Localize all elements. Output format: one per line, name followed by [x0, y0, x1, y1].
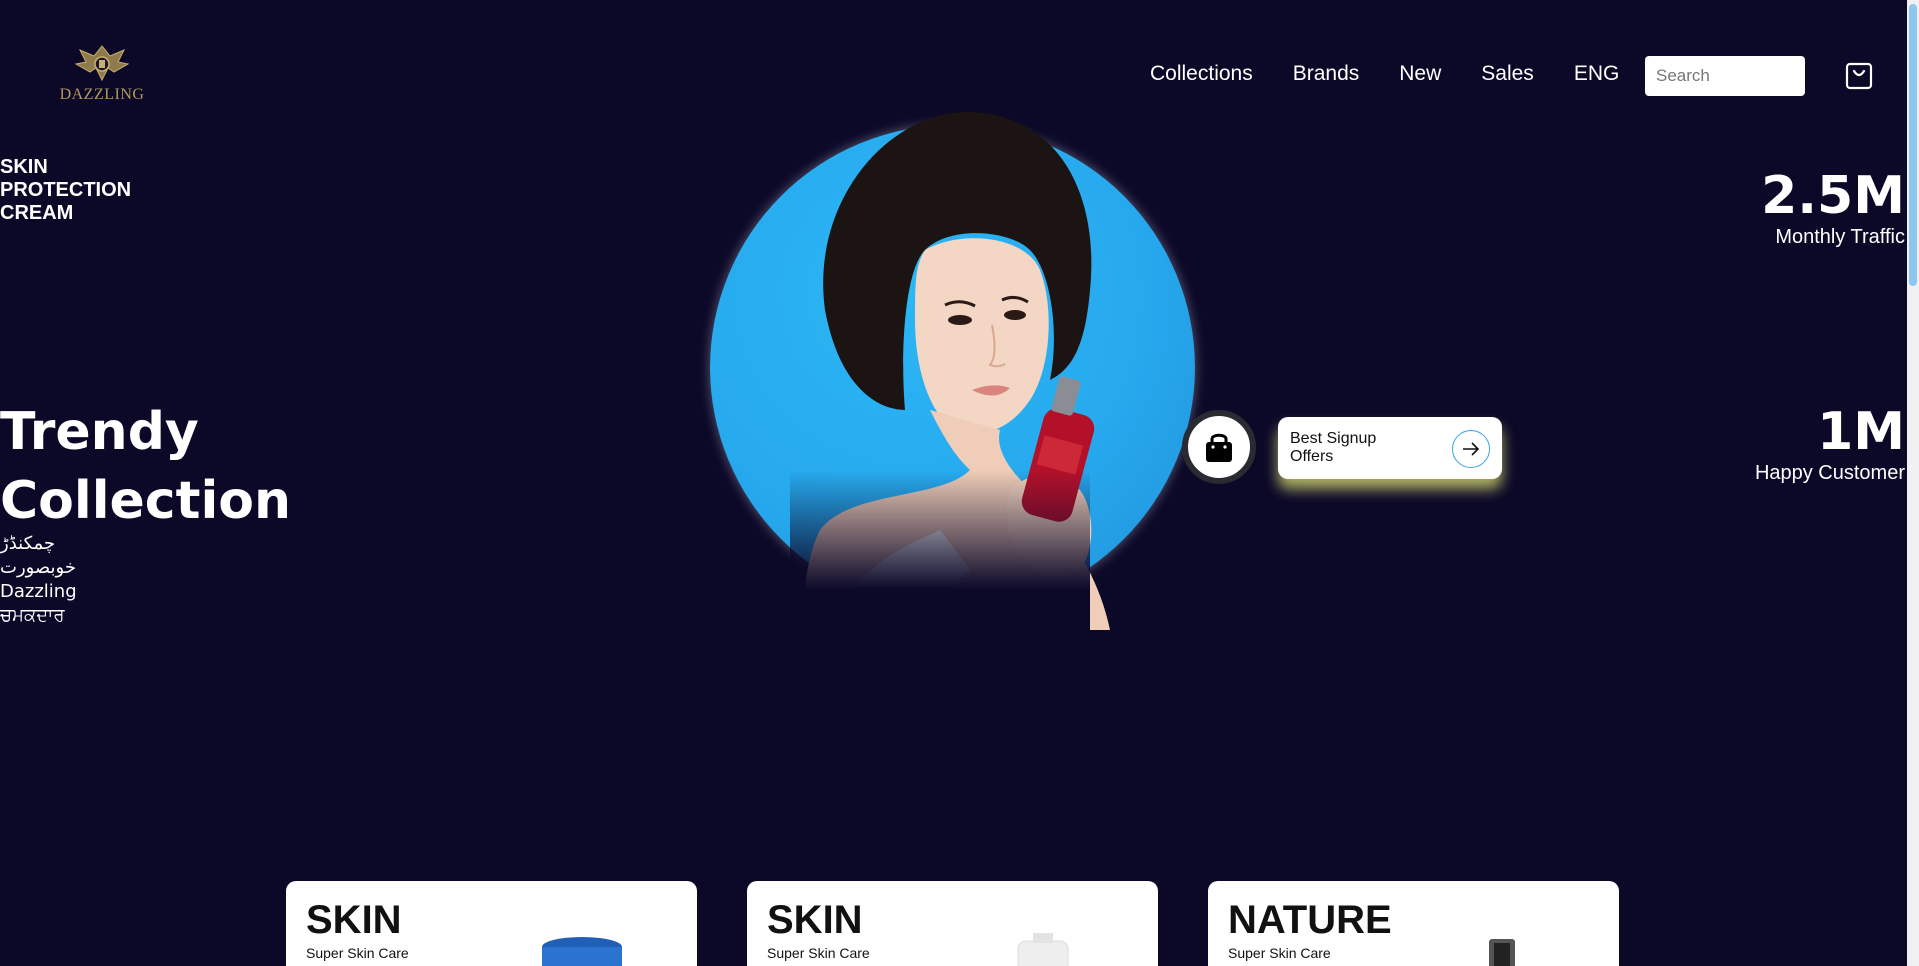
main-nav: Collections Brands New Sales ENG	[1150, 62, 1659, 86]
stat-happy-customer: 1M Happy Customer	[1755, 404, 1905, 485]
brand-name: DAZZLING	[59, 86, 145, 103]
product-cards: SKIN Super Skin Care SKIN Super Skin Car…	[286, 881, 1619, 966]
hero-subtitle-line: CREAM	[0, 202, 74, 224]
nav-brands[interactable]: Brands	[1293, 62, 1360, 86]
translation-urdu-1: چمکنڈڑ	[0, 533, 56, 554]
brand-logo[interactable]: DAZZLING	[46, 42, 158, 103]
hero-title-line: Trendy	[0, 402, 199, 462]
bag-button[interactable]	[1182, 410, 1256, 484]
lock-bag-icon	[1206, 433, 1232, 462]
product-card-skin-1[interactable]: SKIN Super Skin Care	[286, 881, 697, 966]
eagle-crest-icon	[74, 45, 130, 82]
language-translations: چمکنڈڑ خوبصورت Dazzling ਚਮਕਦਾਰ	[0, 532, 77, 628]
stat-value: 1M	[1817, 402, 1905, 462]
signup-offers-label: Best Signup Offers	[1290, 430, 1377, 465]
stat-value: 2.5M	[1761, 166, 1905, 226]
translation-urdu-2: خوبصورت	[0, 557, 76, 578]
nav-sales[interactable]: Sales	[1481, 62, 1534, 86]
hero-title: Trendy Collection	[0, 398, 291, 536]
product-card-skin-2[interactable]: SKIN Super Skin Care	[747, 881, 1158, 966]
nav-new[interactable]: New	[1399, 62, 1441, 86]
scrollbar-thumb[interactable]	[1909, 4, 1917, 286]
hero-title-line: Collection	[0, 471, 292, 531]
shopping-bag-icon[interactable]	[1845, 62, 1873, 90]
hero-subtitle: SKIN PROTECTION CREAM	[0, 156, 150, 225]
page-scrollbar[interactable]	[1907, 0, 1919, 966]
nav-collections[interactable]: Collections	[1150, 62, 1253, 86]
hero-fade-overlay	[790, 470, 1090, 630]
translation-punjabi: ਚਮਕਦਾਰ	[0, 605, 65, 626]
stat-label: Monthly Traffic	[1775, 226, 1905, 248]
hero-image	[710, 110, 1200, 630]
stat-monthly-traffic: 2.5M Monthly Traffic	[1761, 168, 1905, 249]
hero-subtitle-line: PROTECTION	[0, 179, 132, 201]
product-bottle-image	[1017, 933, 1069, 966]
translation-latin: Dazzling	[0, 581, 77, 602]
nav-language[interactable]: ENG	[1574, 62, 1620, 86]
signup-offers-button[interactable]: Best Signup Offers	[1278, 417, 1502, 479]
stat-label: Happy Customer	[1754, 462, 1905, 484]
hero-subtitle-line: SKIN	[0, 156, 48, 178]
search-input[interactable]	[1645, 56, 1805, 96]
product-serum-image	[1489, 939, 1515, 966]
product-jar-image	[542, 937, 622, 966]
arrow-right-icon[interactable]	[1452, 430, 1490, 468]
product-card-nature[interactable]: NATURE Super Skin Care	[1208, 881, 1619, 966]
